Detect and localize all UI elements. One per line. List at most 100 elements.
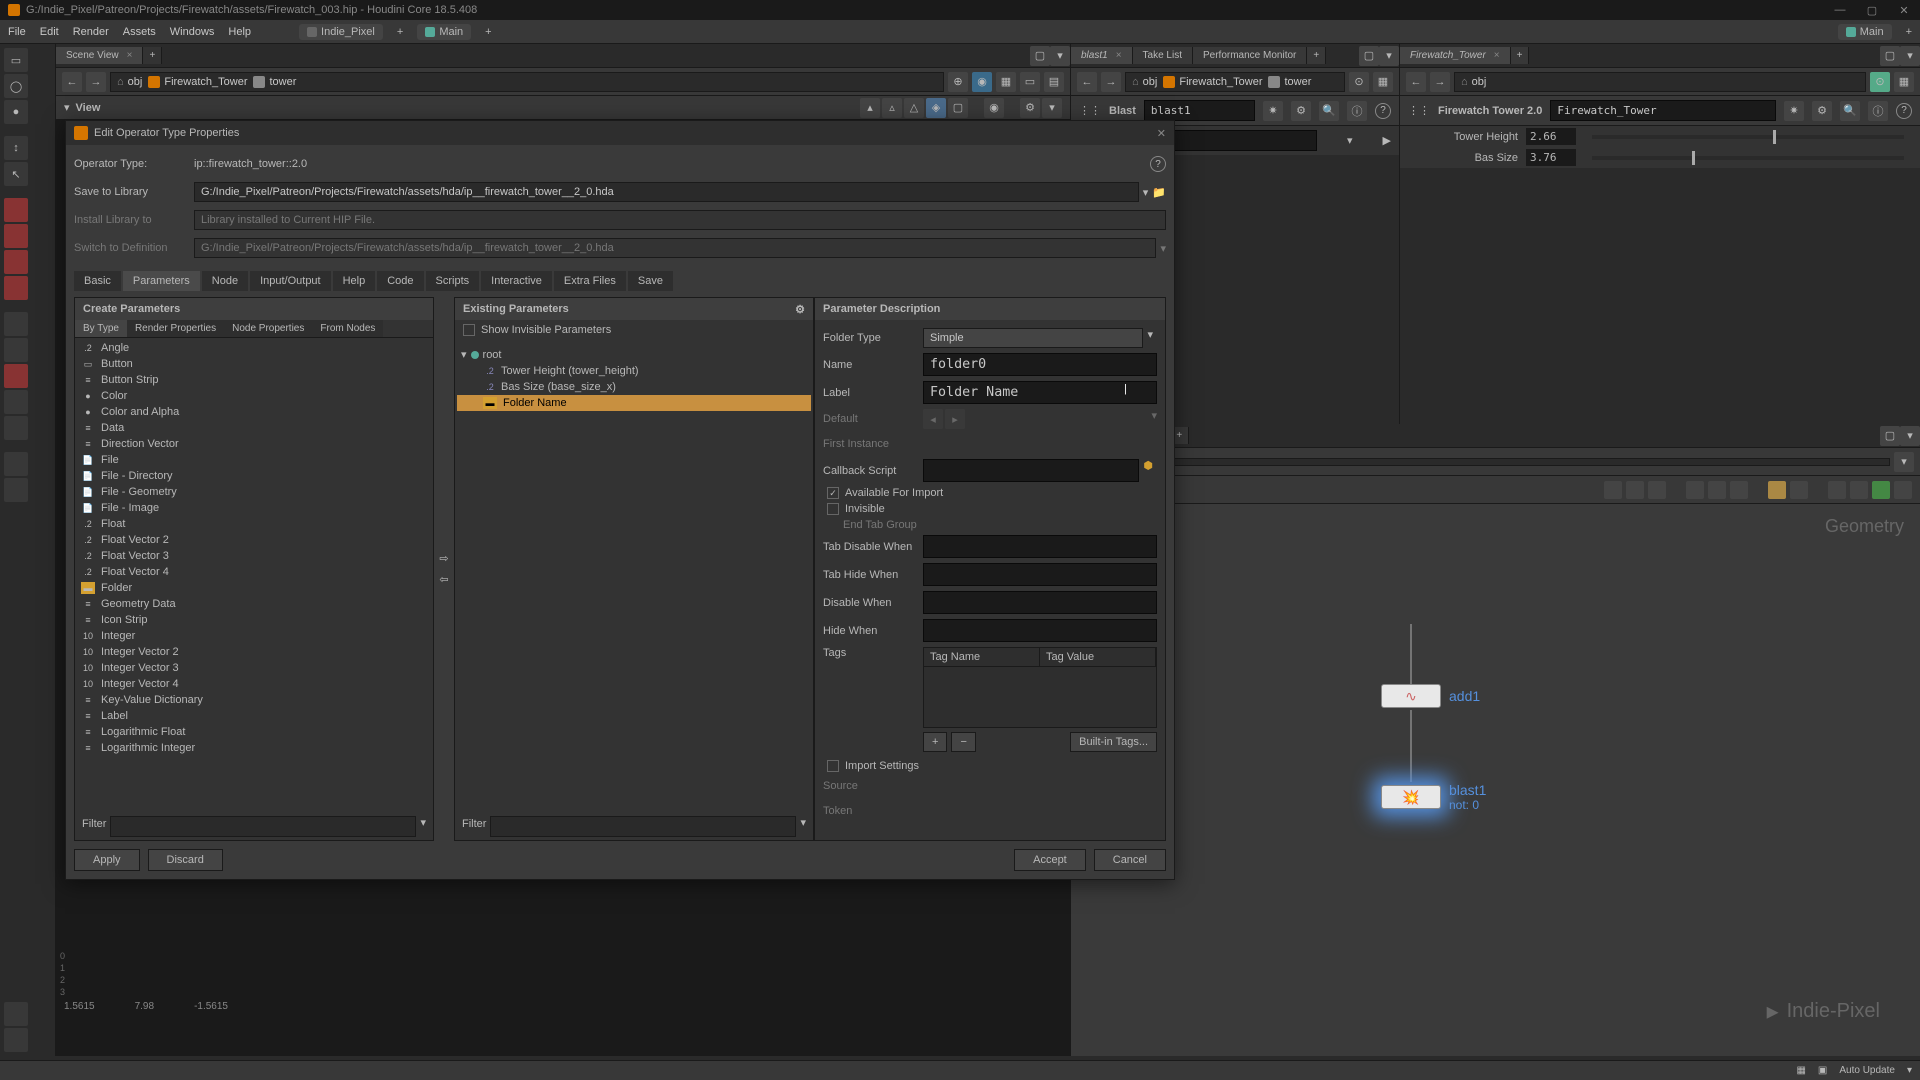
snap-icon[interactable]: ⊕ [948, 72, 968, 92]
tree-item-tower-height[interactable]: .2 Tower Height (tower_height) [457, 363, 811, 379]
desktop-add-1[interactable]: + [397, 26, 403, 38]
close-button[interactable]: ✕ [1888, 0, 1920, 20]
nav-fwd-icon[interactable]: → [86, 72, 106, 92]
dropdown-icon[interactable]: ▾ [1160, 242, 1166, 255]
param-type-item[interactable]: .2Float [77, 516, 431, 532]
cam-icon-6[interactable]: ◉ [984, 98, 1004, 118]
desktop-selector-1[interactable]: Indie_Pixel [299, 24, 383, 40]
tool-brush[interactable]: ● [4, 100, 28, 124]
filter-dropdown-icon[interactable]: ▾ [416, 816, 430, 837]
dtab-save[interactable]: Save [628, 271, 673, 291]
path-input[interactable]: ⌂obj Firewatch_Tower tower [1125, 72, 1345, 92]
close-icon[interactable]: × [1494, 50, 1500, 61]
tower-height-slider[interactable] [1592, 135, 1904, 139]
tree-item-folder-name[interactable]: ▬ Folder Name [457, 395, 811, 411]
apply-button[interactable]: Apply [74, 849, 140, 871]
import-settings-checkbox[interactable] [827, 760, 839, 772]
existing-params-tree[interactable]: ▾ root .2 Tower Height (tower_height) .2… [455, 344, 813, 813]
tab-take-list[interactable]: Take List [1133, 47, 1193, 64]
follow-icon[interactable]: ▦ [1894, 72, 1914, 92]
desktop-add-3[interactable]: + [1906, 26, 1912, 38]
nt-8[interactable] [1790, 481, 1808, 499]
filter-dropdown-icon[interactable]: ▾ [796, 816, 810, 837]
info-icon[interactable]: ⓘ [1868, 101, 1888, 121]
close-icon[interactable]: × [1116, 50, 1122, 61]
dtab-interactive[interactable]: Interactive [481, 271, 552, 291]
group-arrow-icon[interactable]: ▶ [1383, 134, 1391, 147]
cancel-button[interactable]: Cancel [1094, 849, 1166, 871]
dtab-io[interactable]: Input/Output [250, 271, 331, 291]
node-name-input[interactable]: blast1 [1144, 100, 1255, 121]
tab-blast1[interactable]: blast1× [1071, 47, 1133, 64]
minimize-button[interactable]: — [1824, 0, 1856, 20]
menu-assets[interactable]: Assets [123, 26, 156, 38]
pane-opts-icon[interactable]: ▾ [1900, 426, 1920, 446]
tab-firewatch[interactable]: Firewatch_Tower× [1400, 47, 1511, 64]
tool-3[interactable] [4, 250, 28, 274]
node-name-input[interactable]: Firewatch_Tower [1550, 100, 1776, 121]
path-input[interactable]: ⌂obj Firewatch_Tower tower [110, 72, 944, 92]
help-icon[interactable]: ? [1896, 103, 1912, 119]
discard-button[interactable]: Discard [148, 849, 223, 871]
follow-icon[interactable]: ▦ [1373, 72, 1393, 92]
tab-add[interactable]: + [1307, 47, 1326, 64]
close-icon[interactable]: × [127, 50, 133, 61]
dropdown-icon[interactable]: ▾ [1143, 328, 1157, 348]
param-type-item[interactable]: ▭Button [77, 356, 431, 372]
disable-when-input[interactable] [923, 591, 1157, 614]
param-type-item[interactable]: ≡Logarithmic Integer [77, 740, 431, 756]
info-icon[interactable]: ⓘ [1347, 101, 1367, 121]
render-icon[interactable]: ▤ [1044, 72, 1064, 92]
save-library-input[interactable]: G:/Indie_Pixel/Patreon/Projects/Firewatc… [194, 182, 1139, 202]
param-type-item[interactable]: .2Float Vector 4 [77, 564, 431, 580]
menu-file[interactable]: File [8, 26, 26, 38]
tags-table[interactable]: Tag NameTag Value [923, 647, 1157, 728]
param-type-item[interactable]: ≡Key-Value Dictionary [77, 692, 431, 708]
script-icon[interactable]: ⬢ [1139, 459, 1157, 482]
param-type-item[interactable]: ≡Geometry Data [77, 596, 431, 612]
auto-update-toggle[interactable]: Auto Update [1839, 1065, 1895, 1076]
pane-max-icon[interactable]: ▢ [1880, 426, 1900, 446]
ptab-by-type[interactable]: By Type [75, 320, 127, 337]
menu-windows[interactable]: Windows [170, 26, 215, 38]
ptab-from-nodes[interactable]: From Nodes [312, 320, 383, 337]
network-view[interactable]: Geometry ∿ add1 💥 blast1 not: 0 ▸Indie-P… [1071, 504, 1920, 1056]
tool-7[interactable] [4, 364, 28, 388]
builtin-tags-button[interactable]: Built-in Tags... [1070, 732, 1157, 752]
tool-5[interactable] [4, 312, 28, 336]
param-type-item[interactable]: 📄File - Geometry [77, 484, 431, 500]
pane-opts-icon[interactable]: ▾ [1379, 46, 1399, 66]
param-type-item[interactable]: .2Float Vector 2 [77, 532, 431, 548]
menu-help[interactable]: Help [228, 26, 251, 38]
param-type-item[interactable]: 10Integer Vector 3 [77, 660, 431, 676]
dtab-code[interactable]: Code [377, 271, 423, 291]
cam-icon-5[interactable]: ▢ [948, 98, 968, 118]
tag-remove-button[interactable]: − [951, 732, 975, 752]
tool-2[interactable] [4, 224, 28, 248]
param-type-item[interactable]: 10Integer Vector 2 [77, 644, 431, 660]
nav-back-icon[interactable]: ← [1406, 72, 1426, 92]
pane-max-icon[interactable]: ▢ [1359, 46, 1379, 66]
tool-4[interactable] [4, 276, 28, 300]
arrow-right-icon[interactable]: ⇨ [439, 552, 448, 565]
tool-6[interactable] [4, 338, 28, 362]
pane-max-icon[interactable]: ▢ [1880, 46, 1900, 66]
nt-2[interactable] [1626, 481, 1644, 499]
dialog-close-icon[interactable]: ✕ [1157, 127, 1166, 140]
pin-icon[interactable]: ⊙ [1870, 72, 1890, 92]
tab-hide-input[interactable] [923, 563, 1157, 586]
existing-filter-input[interactable] [490, 816, 796, 837]
tab-add[interactable]: + [143, 47, 162, 64]
nt-7[interactable] [1768, 481, 1786, 499]
desktop-add-2[interactable]: + [485, 26, 491, 38]
nav-fwd-icon[interactable]: → [1430, 72, 1450, 92]
handle-icon[interactable]: ⋮⋮ [1408, 104, 1430, 117]
gear-icon[interactable]: ✷ [1263, 101, 1283, 121]
nt-1[interactable] [1604, 481, 1622, 499]
cam-icon-4[interactable]: ◈ [926, 98, 946, 118]
pane-opts-icon[interactable]: ▾ [1050, 46, 1070, 66]
ptab-node[interactable]: Node Properties [224, 320, 312, 337]
param-type-item[interactable]: 📄File - Directory [77, 468, 431, 484]
pane-opts-icon[interactable]: ▾ [1900, 46, 1920, 66]
tool-lasso[interactable]: ◯ [4, 74, 28, 98]
